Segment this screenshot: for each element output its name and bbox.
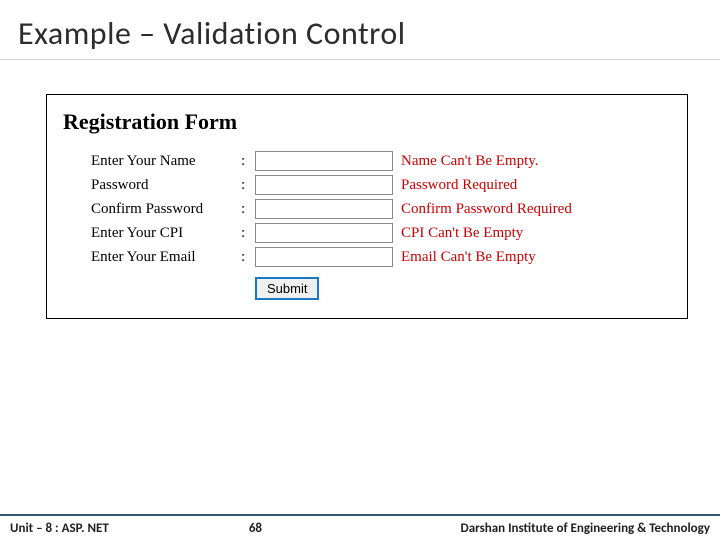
label-cpi: Enter Your CPI [91,225,241,242]
input-email[interactable] [255,247,393,267]
input-confirm-password[interactable] [255,199,393,219]
colon: : [241,153,255,170]
footer-page-number: 68 [109,521,461,536]
label-password: Password [91,177,241,194]
footer-right: Darshan Institute of Engineering & Techn… [461,521,711,536]
slide-title: Example – Validation Control [0,0,720,60]
row-name: Enter Your Name : Name Can't Be Empty. [61,151,673,171]
label-email: Enter Your Email [91,249,241,266]
colon: : [241,177,255,194]
input-name[interactable] [255,151,393,171]
submit-button[interactable]: Submit [255,277,319,300]
row-password: Password : Password Required [61,175,673,195]
colon: : [241,201,255,218]
colon: : [241,249,255,266]
row-email: Enter Your Email : Email Can't Be Empty [61,247,673,267]
row-confirm-password: Confirm Password : Confirm Password Requ… [61,199,673,219]
error-cpi: CPI Can't Be Empty [395,225,523,242]
label-name: Enter Your Name [91,153,241,170]
input-cpi[interactable] [255,223,393,243]
row-cpi: Enter Your CPI : CPI Can't Be Empty [61,223,673,243]
error-name: Name Can't Be Empty. [395,153,539,170]
registration-form-panel: Registration Form Enter Your Name : Name… [46,94,688,319]
error-email: Email Can't Be Empty [395,249,536,266]
input-password[interactable] [255,175,393,195]
error-password: Password Required [395,177,517,194]
label-confirm-password: Confirm Password [91,201,241,218]
form-heading: Registration Form [63,109,673,135]
error-confirm-password: Confirm Password Required [395,201,572,218]
slide-footer: Unit – 8 : ASP. NET 68 Darshan Institute… [0,514,720,540]
colon: : [241,225,255,242]
footer-left: Unit – 8 : ASP. NET [10,521,109,536]
